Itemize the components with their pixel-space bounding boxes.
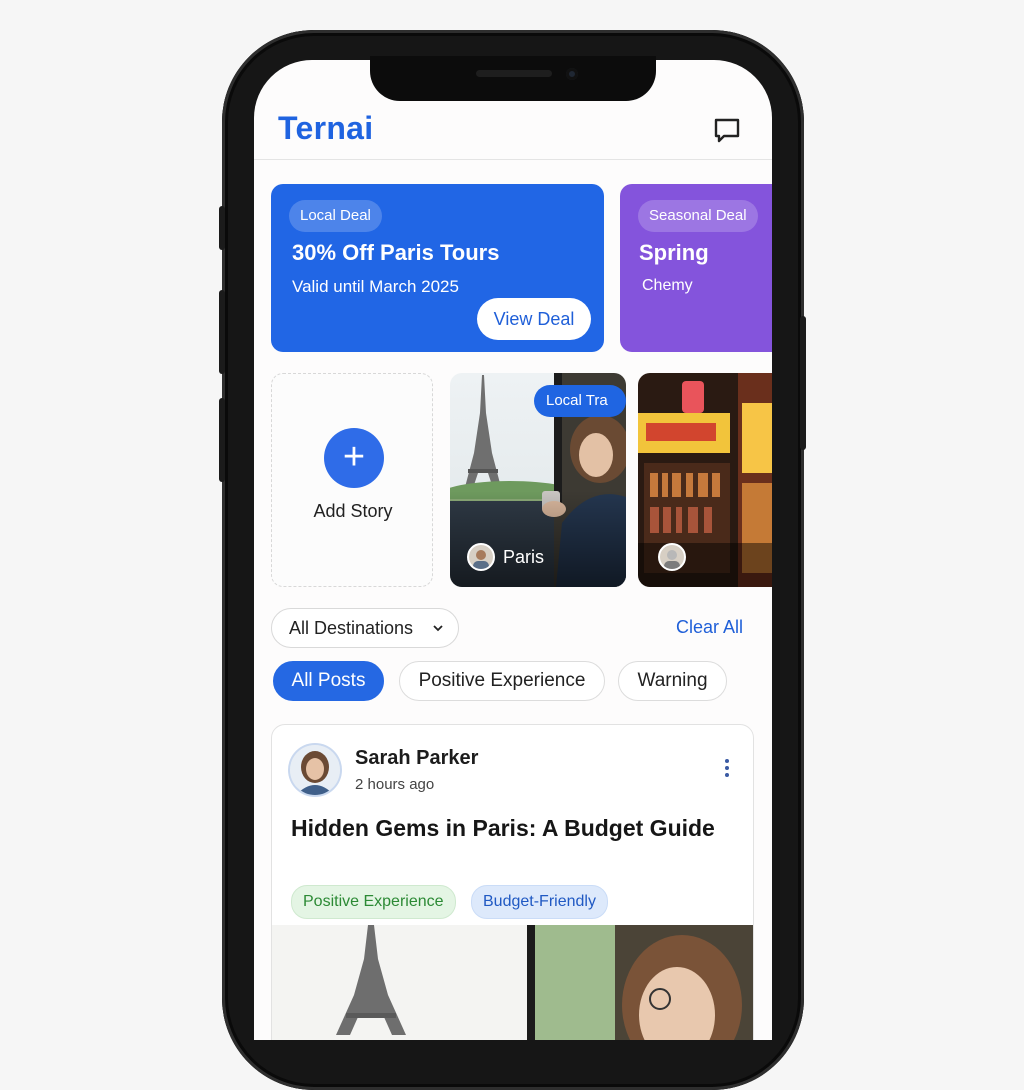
volume-down-button (219, 398, 225, 482)
header-divider (254, 159, 772, 160)
destination-dropdown[interactable]: All Destinations (271, 608, 459, 648)
story-avatar (467, 543, 495, 571)
post-image[interactable] (272, 925, 753, 1040)
mute-switch (219, 206, 225, 250)
chat-icon[interactable] (712, 116, 742, 146)
plus-icon[interactable]: + (324, 428, 384, 488)
deal-title: 30% Off Paris Tours (292, 240, 500, 265)
story-name: Paris (503, 547, 545, 567)
deal-card-local[interactable]: Local Deal 30% Off Paris Tours Valid unt… (271, 184, 604, 352)
chip-warning[interactable]: Warning (618, 661, 727, 701)
more-vertical-icon[interactable] (719, 757, 735, 779)
destination-label: All Destinations (289, 618, 414, 638)
deal-title: Spring (639, 240, 709, 265)
power-button (800, 316, 806, 450)
story-badge: Local Tra (534, 385, 626, 417)
tag-positive-experience[interactable]: Positive Experience (291, 885, 456, 919)
chevron-down-icon (433, 625, 443, 632)
chip-positive-experience[interactable]: Positive Experience (399, 661, 605, 701)
post-card[interactable]: Sarah Parker 2 hours ago Hidden Gems in … (271, 724, 754, 1040)
app-title: Ternai (278, 110, 374, 146)
deal-card-seasonal[interactable]: Seasonal Deal Spring Chemy (620, 184, 772, 352)
deal-subtitle: Chemy (642, 277, 693, 294)
story-card-bookstore[interactable] (638, 373, 772, 587)
post-title[interactable]: Hidden Gems in Paris: A Budget Guide (291, 815, 731, 841)
add-story-label: Add Story (313, 501, 393, 521)
front-camera (566, 68, 578, 80)
story-avatar (658, 543, 686, 571)
earpiece-speaker (476, 70, 552, 77)
clear-all-link[interactable]: Clear All (676, 617, 743, 638)
app-screen: Ternai Local Deal 30% Off Paris Tours Va… (254, 60, 772, 1040)
author-name[interactable]: Sarah Parker (355, 747, 478, 770)
avatar[interactable] (290, 745, 340, 795)
add-story-card[interactable]: + Add Story (271, 373, 433, 587)
phone-notch (370, 56, 656, 101)
view-deal-button[interactable]: View Deal (477, 298, 591, 340)
chip-all-posts[interactable]: All Posts (273, 661, 384, 701)
deal-subtitle: Valid until March 2025 (292, 277, 459, 296)
volume-up-button (219, 290, 225, 374)
post-timestamp: 2 hours ago (355, 776, 435, 793)
deal-badge: Local Deal (289, 200, 382, 232)
deal-badge: Seasonal Deal (638, 200, 758, 232)
tag-budget-friendly[interactable]: Budget-Friendly (471, 885, 608, 919)
